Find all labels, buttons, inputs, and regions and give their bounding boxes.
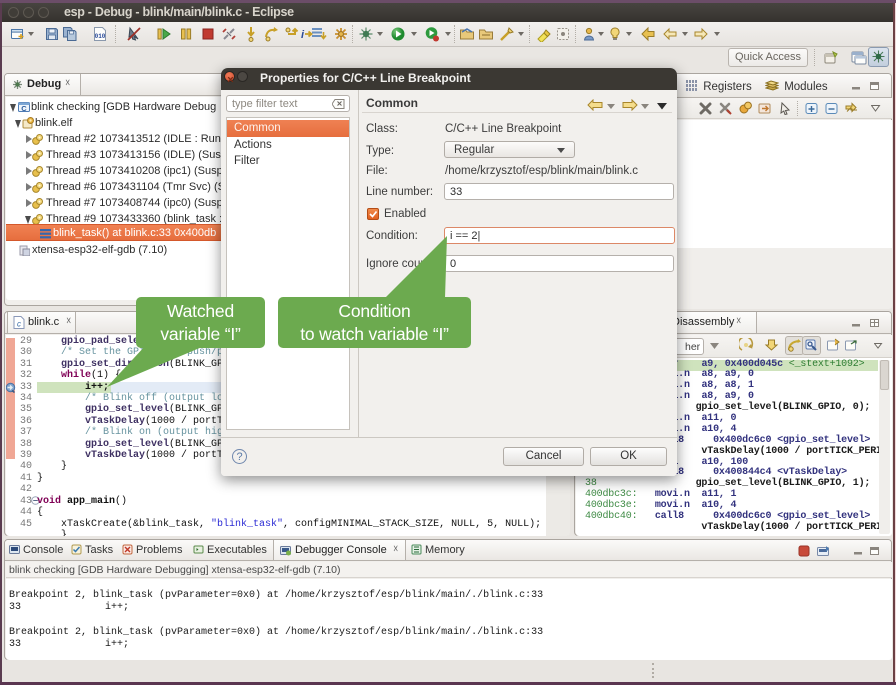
svg-text:C: C — [21, 104, 27, 113]
svg-text:010: 010 — [95, 33, 106, 40]
svg-text:c: c — [17, 320, 21, 329]
svg-text:i: i — [301, 29, 305, 41]
